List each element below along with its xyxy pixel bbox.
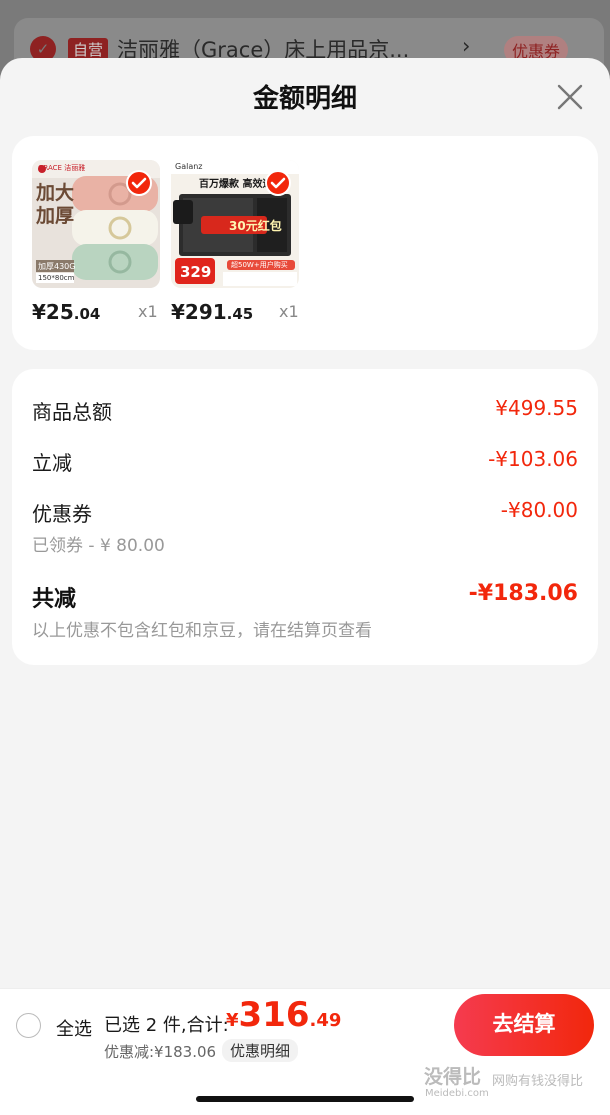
- discount-note: 以上优惠不包含红包和京豆，请在结算页查看: [32, 621, 372, 641]
- check-icon[interactable]: [265, 170, 291, 196]
- product-qty: x1: [279, 302, 299, 321]
- home-indicator[interactable]: [196, 1096, 414, 1102]
- products-card: GRACE 洁丽雅 加大加厚 加厚430G 150*80cm ¥25.04 x1: [12, 136, 598, 350]
- check-icon[interactable]: [126, 170, 152, 196]
- instant-cut-value: -¥103.06: [488, 447, 578, 471]
- watermark-domain: Meidebi.com: [425, 1088, 489, 1099]
- instant-cut-label: 立减: [32, 451, 72, 475]
- goods-total-value: ¥499.55: [495, 396, 578, 420]
- product-promo-price: 329: [180, 263, 212, 281]
- sheet-title: 金额明细: [252, 84, 357, 114]
- total-price-symbol: ¥: [226, 1010, 239, 1031]
- product-promo-bottom: 超50W+用户购买: [231, 261, 288, 269]
- product-brand-logo: GRACE 洁丽雅: [38, 164, 86, 172]
- discount-detail-button[interactable]: 优惠明细: [222, 1039, 299, 1062]
- select-all-label[interactable]: 全选: [56, 1015, 92, 1041]
- product-price: ¥25.04: [32, 300, 100, 324]
- coupon-sub-text: 已领券 - ¥ 80.00: [32, 536, 165, 556]
- select-all-radio[interactable]: [16, 1013, 41, 1038]
- product-spec-text: 加厚430G: [38, 262, 76, 271]
- goods-total-label: 商品总额: [32, 400, 112, 424]
- product-price-int: ¥25: [32, 300, 74, 324]
- summary-card: 商品总额 ¥499.55 立减 -¥103.06 优惠券 -¥80.00 已领券…: [12, 369, 598, 665]
- total-cut-label: 共减: [32, 587, 77, 612]
- total-cut-value: -¥183.06: [468, 581, 578, 606]
- product-promo-text: 加大加厚: [36, 182, 75, 227]
- total-price: ¥316.49: [226, 995, 341, 1035]
- product-price-dec: .45: [226, 305, 254, 323]
- watermark-slogan: 网购有钱没得比: [492, 1074, 584, 1089]
- product-size-text: 150*80cm: [38, 274, 75, 282]
- checkout-button[interactable]: 去结算: [454, 994, 594, 1056]
- selected-count-text: 已选 2 件,合计:: [104, 1015, 229, 1036]
- product-promo-red: 30元红包: [229, 219, 282, 233]
- total-price-dec: .49: [309, 1010, 342, 1031]
- product-brand-logo: Galanz: [175, 162, 203, 171]
- product-price-int: ¥291: [171, 300, 227, 324]
- product-price-dec: .04: [73, 305, 101, 323]
- close-icon[interactable]: [556, 83, 584, 111]
- watermark-logo: 没得比: [424, 1066, 482, 1088]
- discount-summary: 优惠减:¥183.06: [104, 1043, 217, 1061]
- coupon-value: -¥80.00: [500, 498, 578, 522]
- total-price-int: 316: [238, 995, 310, 1035]
- product-price: ¥291.45: [171, 300, 253, 324]
- amount-detail-sheet: 金额明细 GRACE 洁丽雅 加大加厚 加厚430G 150*80cm ¥25.…: [0, 58, 610, 1115]
- chevron-right-icon: ›: [462, 34, 471, 58]
- coupon-label: 优惠券: [32, 502, 92, 526]
- product-qty: x1: [138, 302, 158, 321]
